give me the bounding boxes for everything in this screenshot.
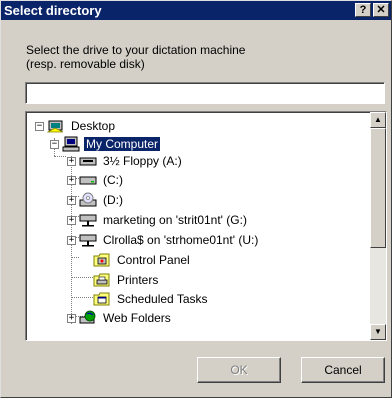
tree-item-drive-d[interactable]: + (D:) [67,192,125,208]
tree-item-web-folders[interactable]: + Web Folders [67,310,173,326]
expand-toggle[interactable]: + [67,175,76,185]
network-drive-icon [79,234,97,247]
directory-path-input[interactable] [25,82,385,104]
control-panel-icon [93,253,110,267]
ok-button[interactable]: OK [197,357,281,383]
expand-toggle[interactable]: + [67,215,76,225]
tree-vertical-scrollbar[interactable]: ▲ ▼ [370,112,386,340]
close-button[interactable]: ✕ [373,3,389,17]
scroll-down-button[interactable]: ▼ [370,324,386,340]
directory-tree: − Desktop − My Computer + 3½ Floppy (A:)… [25,111,387,341]
tree-item-label: Clrolla$ on 'strhome01nt' (U:) [103,233,259,247]
expand-toggle[interactable]: + [67,156,76,166]
tree-item-label: Control Panel [117,253,190,267]
cd-drive-icon [79,192,97,207]
tree-view: − Desktop − My Computer + 3½ Floppy (A:)… [26,112,370,340]
printers-folder-icon [93,273,110,287]
hard-drive-icon [79,176,97,185]
expand-toggle[interactable]: + [67,313,76,323]
expand-toggle[interactable]: + [67,195,76,205]
instruction-line-2: (resp. removable disk) [26,57,145,71]
tree-item-label: Web Folders [103,311,171,325]
tree-item-printers[interactable]: Printers [93,272,160,288]
instruction-line-1: Select the drive to your dictation machi… [26,43,246,57]
tree-item-label: (C:) [103,173,123,187]
tree-item-label: (D:) [103,193,123,207]
tree-item-network-g[interactable]: + marketing on 'strit01nt' (G:) [67,212,249,228]
tree-item-label: Desktop [71,119,116,133]
tree-item-desktop[interactable]: − Desktop [35,118,117,134]
cancel-button[interactable]: Cancel [301,357,385,383]
tree-item-label: 3½ Floppy (A:) [103,154,182,168]
tree-item-control-panel[interactable]: Control Panel [93,252,192,268]
tree-item-label: Printers [117,273,159,287]
scroll-up-button[interactable]: ▲ [370,112,386,128]
dialog-title: Select directory [4,3,102,18]
tree-item-scheduled-tasks[interactable]: Scheduled Tasks [93,291,210,307]
computer-icon [62,136,80,152]
tree-item-label: Scheduled Tasks [117,292,208,306]
help-button[interactable]: ? [355,3,371,17]
scroll-thumb[interactable] [370,128,386,248]
tree-item-label: marketing on 'strit01nt' (G:) [103,213,247,227]
tree-item-my-computer[interactable]: − My Computer [50,136,162,152]
title-bar[interactable]: Select directory ? ✕ [1,1,391,20]
tree-item-drive-c[interactable]: + (C:) [67,172,125,188]
floppy-drive-icon [79,157,97,166]
expand-toggle[interactable]: + [67,235,76,245]
tree-item-network-u[interactable]: + Clrolla$ on 'strhome01nt' (U:) [67,232,260,248]
collapse-toggle[interactable]: − [50,139,59,149]
tree-item-label: My Computer [82,136,162,152]
scheduled-tasks-icon [93,292,110,306]
desktop-icon [47,120,64,133]
collapse-toggle[interactable]: − [35,121,44,131]
select-directory-dialog: Select directory ? ✕ Select the drive to… [0,0,392,398]
instruction-text: Select the drive to your dictation machi… [26,43,376,71]
web-folders-icon [79,310,96,324]
tree-item-floppy-a[interactable]: + 3½ Floppy (A:) [67,153,184,169]
network-drive-icon [79,214,97,227]
